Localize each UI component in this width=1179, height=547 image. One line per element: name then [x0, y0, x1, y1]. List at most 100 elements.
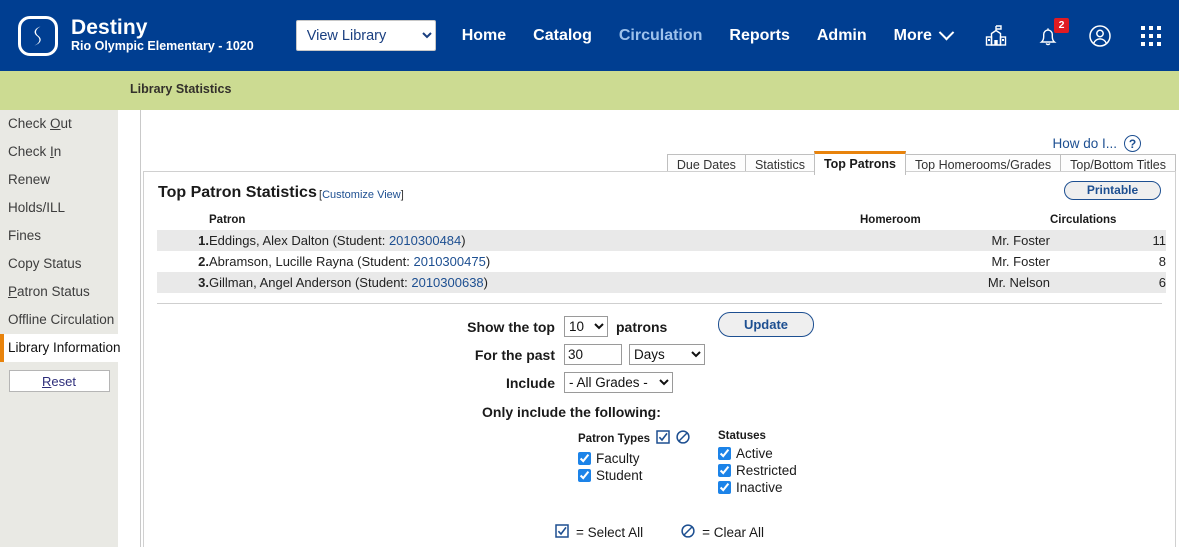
brand-title: Destiny	[71, 16, 148, 40]
nav-item-catalog[interactable]: Catalog	[533, 27, 592, 45]
printable-button[interactable]: Printable	[1064, 181, 1161, 200]
question-mark-icon[interactable]: ?	[1124, 135, 1141, 152]
row-homeroom: Mr. Foster	[991, 254, 1050, 269]
sidebar-item-copy-status[interactable]: Copy Status	[0, 250, 118, 278]
page-title: Top Patron Statistics	[158, 184, 317, 201]
top-patron-statistics-panel: Top Patron Statistics [Customize View] P…	[143, 171, 1176, 547]
include-grades-select[interactable]: - All Grades -	[564, 372, 673, 393]
school-icon[interactable]	[981, 21, 1011, 51]
table-row[interactable]: 1. Eddings, Alex Dalton (Student: 201030…	[157, 230, 1166, 251]
nav-item-circulation[interactable]: Circulation	[619, 27, 703, 45]
sidebar-item-patron-status[interactable]: Patron Status	[0, 278, 118, 306]
row-patron-name: Eddings, Alex Dalton (Student:	[209, 233, 389, 248]
checkbox-row-student[interactable]: Student	[578, 468, 690, 483]
select-all-icon	[555, 524, 569, 541]
select-all-icon[interactable]	[656, 430, 670, 447]
for-past-row: For the past Days	[144, 344, 1175, 365]
nav-item-admin[interactable]: Admin	[817, 27, 867, 45]
checkbox-row-restricted[interactable]: Restricted	[718, 463, 797, 478]
reset-button[interactable]: Reset	[8, 370, 110, 392]
top-navigation-bar: Destiny Rio Olympic Elementary - 1020 Vi…	[0, 0, 1179, 71]
sidebar-item-holds-ill[interactable]: Holds/ILL	[0, 194, 118, 222]
legend-select-all-text: = Select All	[575, 525, 644, 540]
row-patron-tail: )	[483, 275, 489, 290]
table-row[interactable]: 3. Gillman, Angel Anderson (Student: 201…	[157, 272, 1166, 293]
sidebar-item-library-information[interactable]: Library Information	[0, 334, 124, 362]
section-divider	[157, 303, 1162, 304]
tab-top-patrons[interactable]: Top Patrons	[813, 151, 906, 175]
checkbox-inactive-label[interactable]: Inactive	[736, 480, 783, 495]
row-patron-id-link[interactable]: 2010300638	[411, 275, 483, 290]
checkbox-faculty-label[interactable]: Faculty	[596, 451, 640, 466]
row-patron-tail: )	[485, 254, 491, 269]
row-homeroom: Mr. Foster	[860, 230, 1050, 251]
row-patron-id-link[interactable]: 2010300484	[389, 233, 461, 248]
for-past-input[interactable]	[564, 344, 622, 365]
sidebar-item-check-in[interactable]: Check In	[0, 138, 118, 166]
period-select[interactable]: Days	[629, 344, 705, 365]
main-content: How do I... ? Due Dates Statistics Top P…	[141, 110, 1179, 547]
sidebar-item-offline-circulation[interactable]: Offline Circulation	[0, 306, 118, 334]
statuses-heading: Statuses	[718, 430, 797, 442]
col-rank	[157, 212, 209, 230]
how-do-i-link[interactable]: How do I... ?	[1052, 135, 1141, 152]
show-top-row: Show the top 10 patrons Update	[144, 312, 1175, 337]
destiny-logo-glyph	[34, 26, 41, 45]
app-grid-icon[interactable]	[1137, 21, 1167, 51]
checkbox-row-inactive[interactable]: Inactive	[718, 480, 797, 495]
sidebar-item-check-out[interactable]: Check Out	[0, 110, 118, 138]
table-header: Patron Homeroom Circulations	[157, 212, 1166, 230]
table-row[interactable]: 2. Abramson, Lucille Rayna (Student: 201…	[157, 251, 1166, 272]
patron-types-heading: Patron Types	[578, 430, 690, 447]
row-patron-name: Gillman, Angel Anderson (Student:	[209, 275, 412, 290]
checkbox-row-active[interactable]: Active	[718, 446, 797, 461]
row-patron-name: Abramson, Lucille Rayna (Student:	[209, 254, 414, 269]
checkbox-student-label[interactable]: Student	[596, 468, 643, 483]
nav-item-home[interactable]: Home	[462, 27, 506, 45]
nav-item-reports[interactable]: Reports	[729, 27, 789, 45]
customize-view-link[interactable]: [Customize View]	[319, 189, 404, 201]
update-button[interactable]: Update	[718, 312, 814, 337]
checkbox-restricted[interactable]	[718, 464, 731, 477]
col-homeroom: Homeroom	[860, 214, 921, 226]
customize-close-bracket: ]	[400, 189, 404, 201]
chevron-down-icon	[938, 24, 955, 41]
brand-block[interactable]: Destiny Rio Olympic Elementary - 1020	[18, 15, 254, 56]
show-top-select[interactable]: 10	[564, 316, 608, 337]
show-top-label: Show the top	[467, 318, 555, 335]
sidebar-item-renew[interactable]: Renew	[0, 166, 118, 194]
nav-item-more-label: More	[893, 26, 932, 44]
filter-form: Show the top 10 patrons Update For the p…	[144, 312, 1175, 497]
row-rank: 1.	[157, 230, 209, 251]
clear-all-icon[interactable]	[676, 430, 690, 447]
legend-select-all: = Select All	[555, 524, 643, 541]
sidebar-item-fines[interactable]: Fines	[0, 222, 118, 250]
row-patron-id-link[interactable]: 2010300475	[414, 254, 486, 269]
patron-types-title: Patron Types	[578, 432, 650, 445]
include-row: Include - All Grades -	[144, 372, 1175, 393]
row-circulations: 6	[1050, 272, 1166, 293]
row-patron: Gillman, Angel Anderson (Student: 201030…	[209, 272, 860, 293]
notification-count-badge: 2	[1054, 17, 1069, 33]
checkbox-restricted-label[interactable]: Restricted	[736, 463, 797, 478]
clear-all-icon	[681, 524, 695, 541]
top-patron-table: Patron Homeroom Circulations 1. Eddings,…	[157, 212, 1166, 293]
view-library-select[interactable]: View Library	[295, 20, 436, 51]
panel-header: Top Patron Statistics [Customize View] P…	[144, 172, 1175, 212]
primary-nav: Home Catalog Circulation Reports Admin M…	[462, 24, 955, 45]
how-do-i-label: How do I...	[1052, 136, 1117, 151]
checkbox-active-label[interactable]: Active	[736, 446, 773, 461]
row-circulations: 11	[1050, 230, 1166, 251]
statuses-title: Statuses	[718, 430, 766, 442]
user-account-icon[interactable]	[1085, 21, 1115, 51]
checkbox-active[interactable]	[718, 447, 731, 460]
checkbox-student[interactable]	[578, 469, 591, 482]
notifications-bell-icon[interactable]: 2	[1033, 17, 1069, 51]
checkbox-row-faculty[interactable]: Faculty	[578, 451, 690, 466]
breadcrumb: Library Statistics	[130, 82, 232, 96]
checkbox-faculty[interactable]	[578, 452, 591, 465]
checkbox-inactive[interactable]	[718, 481, 731, 494]
table-header-row: Patron Homeroom Circulations	[157, 212, 1166, 230]
nav-item-more[interactable]: More	[893, 24, 955, 45]
row-circulations: 8	[1158, 254, 1166, 269]
